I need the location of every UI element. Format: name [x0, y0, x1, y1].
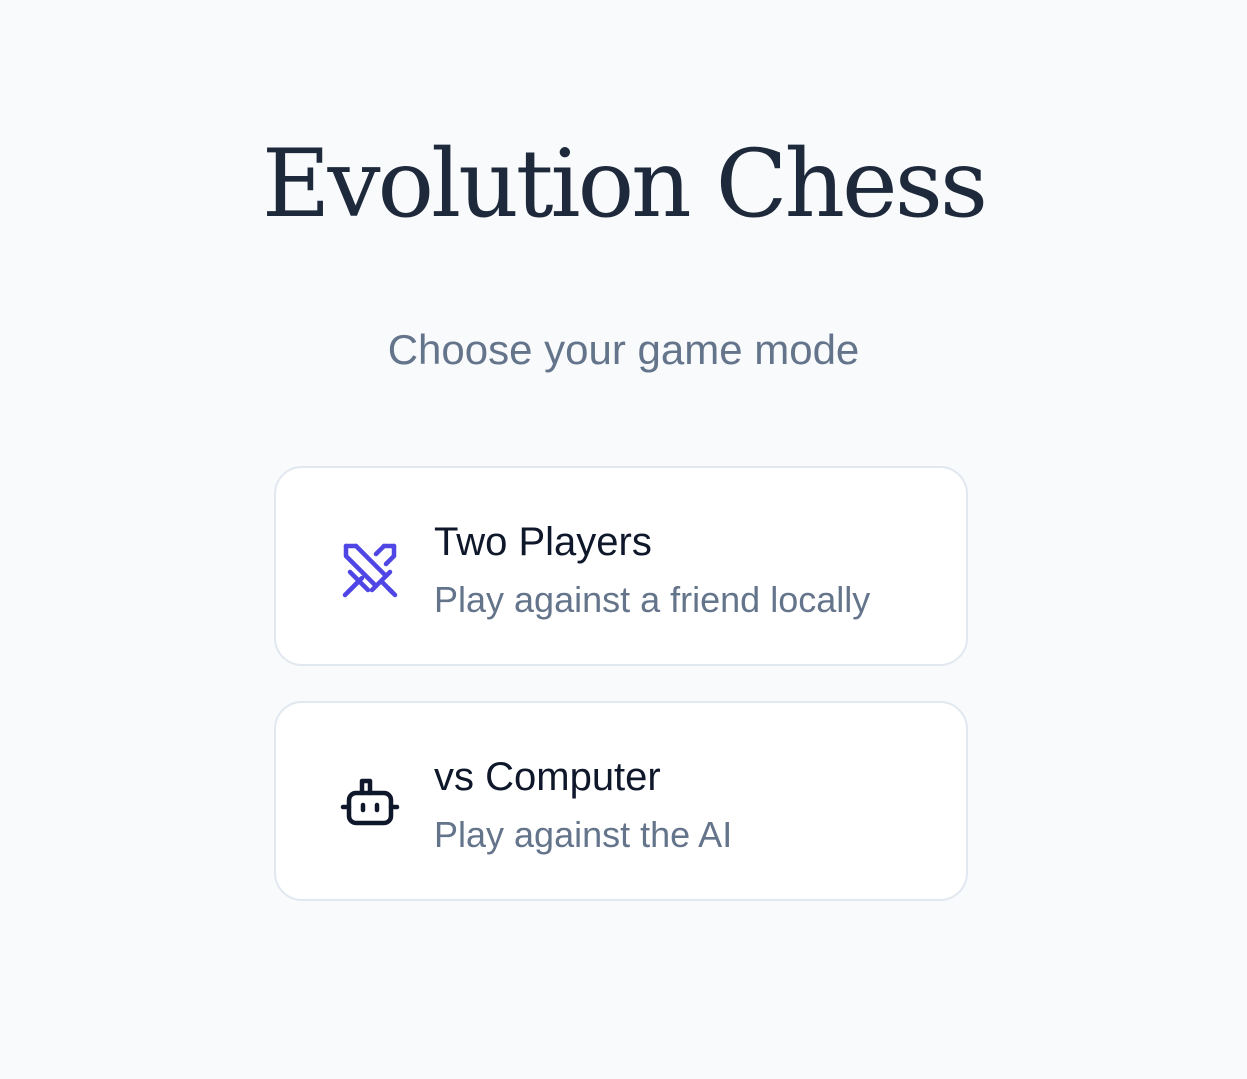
mode-description: Play against a friend locally	[434, 579, 871, 620]
app-title: Evolution Chess	[261, 130, 988, 239]
mode-title: Two Players	[434, 520, 652, 564]
mode-description: Play against the AI	[434, 814, 733, 855]
mode-select-screen: Evolution Chess Choose your game mode Tw…	[0, 0, 1247, 1079]
vs-computer-button[interactable]: vs Computer Play against the AI	[274, 701, 968, 901]
page-subtitle: Choose your game mode	[387, 326, 860, 373]
two-players-button[interactable]: Two Players Play against a friend locall…	[274, 466, 968, 666]
mode-title: vs Computer	[434, 755, 661, 799]
robot-icon	[340, 775, 400, 835]
crossed-swords-icon	[340, 540, 400, 600]
